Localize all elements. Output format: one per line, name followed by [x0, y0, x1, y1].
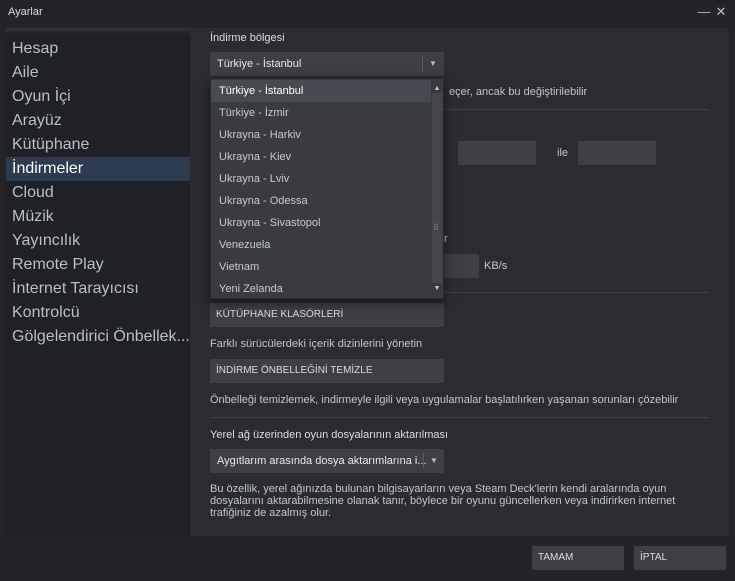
region-option[interactable]: Yeni Zelanda — [211, 278, 431, 298]
clear-cache-description: Önbelleği temizlemek, indirmeyle ilgili … — [210, 394, 679, 406]
library-folders-description: Farklı sürücülerdeki içerik dizinlerini … — [210, 338, 423, 350]
cancel-button[interactable]: İPTAL — [634, 546, 726, 570]
chevron-down-icon: ▼ — [430, 456, 438, 465]
bandwidth-unit: KB/s — [484, 260, 508, 272]
sidebar-item-kutuphane[interactable]: Kütüphane — [6, 133, 190, 157]
download-region-dropdown: Türkiye - İstanbul Türkiye - İzmir Ukray… — [210, 78, 444, 299]
library-folders-button[interactable]: KÜTÜPHANE KLASÖRLERİ — [210, 303, 444, 327]
lan-transfer-description-line-2: dosyalarını aktarabilmesine olanak tanır… — [210, 495, 676, 507]
sidebar-item-hesap[interactable]: Hesap — [6, 37, 190, 61]
region-option[interactable]: Ukrayna - Kiev — [211, 146, 431, 168]
sidebar-item-kontrolcu[interactable]: Kontrolcü — [6, 301, 190, 325]
sidebar-item-internet-tarayicisi[interactable]: İnternet Tarayıcısı — [6, 277, 190, 301]
sidebar-item-remote-play[interactable]: Remote Play — [6, 253, 190, 277]
chevron-down-icon: ▼ — [429, 59, 437, 68]
sidebar-item-cloud[interactable]: Cloud — [6, 181, 190, 205]
region-option[interactable]: Türkiye - İstanbul — [211, 80, 431, 102]
region-option[interactable]: Türkiye - İzmir — [211, 102, 431, 124]
sidebar-item-golgelendirici-onbellek[interactable]: Gölgelendirici Önbellek... — [6, 325, 190, 349]
settings-sidebar: Hesap Aile Oyun İçi Arayüz Kütüphane İnd… — [6, 28, 190, 536]
schedule-end-input[interactable] — [578, 141, 656, 165]
sidebar-shade — [6, 28, 190, 34]
close-icon[interactable]: ✕ — [714, 4, 728, 20]
schedule-start-input[interactable] — [458, 141, 536, 165]
sidebar-item-arayuz[interactable]: Arayüz — [6, 109, 190, 133]
region-option[interactable]: Vietnam — [211, 256, 431, 278]
sidebar-item-yayincilik[interactable]: Yayıncılık — [6, 229, 190, 253]
lan-transfer-description-line-3: trafiğiniz de azalmış olur. — [210, 507, 332, 519]
region-option[interactable]: Ukrayna - Harkiv — [211, 124, 431, 146]
lan-transfer-value: Aygıtlarım arasında dosya aktarımlarına … — [217, 455, 427, 467]
download-region-note: eçer, ancak bu değiştirilebilir — [449, 86, 588, 98]
bandwidth-input[interactable] — [444, 254, 479, 278]
chevron-down-icon[interactable]: ▼ — [431, 283, 443, 295]
dropdown-scrollbar[interactable]: ▲ ⠿ ▼ — [431, 79, 443, 298]
sidebar-item-muzik[interactable]: Müzik — [6, 205, 190, 229]
sidebar-item-indirmeler[interactable]: İndirmeler — [6, 157, 190, 181]
clear-download-cache-button[interactable]: İNDİRME ÖNBELLEĞİNİ TEMİZLE — [210, 359, 444, 383]
ok-button[interactable]: TAMAM — [532, 546, 624, 570]
grip-icon: ⠿ — [433, 223, 439, 232]
sidebar-item-aile[interactable]: Aile — [6, 61, 190, 85]
download-region-value: Türkiye - İstanbul — [217, 58, 302, 70]
divider — [444, 109, 709, 110]
lan-transfer-select[interactable]: Aygıtlarım arasında dosya aktarımlarına … — [210, 449, 444, 473]
download-region-select[interactable]: Türkiye - İstanbul ▼ — [210, 52, 444, 76]
download-region-label: İndirme bölgesi — [210, 32, 285, 44]
bandwidth-label-partial: r — [444, 233, 448, 245]
region-option[interactable]: Ukrayna - Lviv — [211, 168, 431, 190]
region-option[interactable]: Venezuela — [211, 234, 431, 256]
window-title: Ayarlar — [8, 6, 43, 18]
minimize-icon[interactable]: — — [697, 4, 711, 20]
divider — [444, 292, 709, 293]
lan-transfer-description-line-1: Bu özellik, yerel ağınızda bulunan bilgi… — [210, 483, 667, 495]
region-option[interactable]: Ukrayna - Odessa — [211, 190, 431, 212]
schedule-between-word: ile — [557, 147, 569, 159]
region-option[interactable]: Ukrayna - Sivastopol — [211, 212, 431, 234]
divider — [210, 417, 709, 418]
scrollbar-thumb[interactable] — [432, 93, 442, 283]
lan-transfer-label: Yerel ağ üzerinden oyun dosyalarının akt… — [210, 429, 449, 441]
sidebar-item-oyun-ici[interactable]: Oyun İçi — [6, 85, 190, 109]
title-bar[interactable]: Ayarlar — ✕ — [0, 0, 735, 26]
